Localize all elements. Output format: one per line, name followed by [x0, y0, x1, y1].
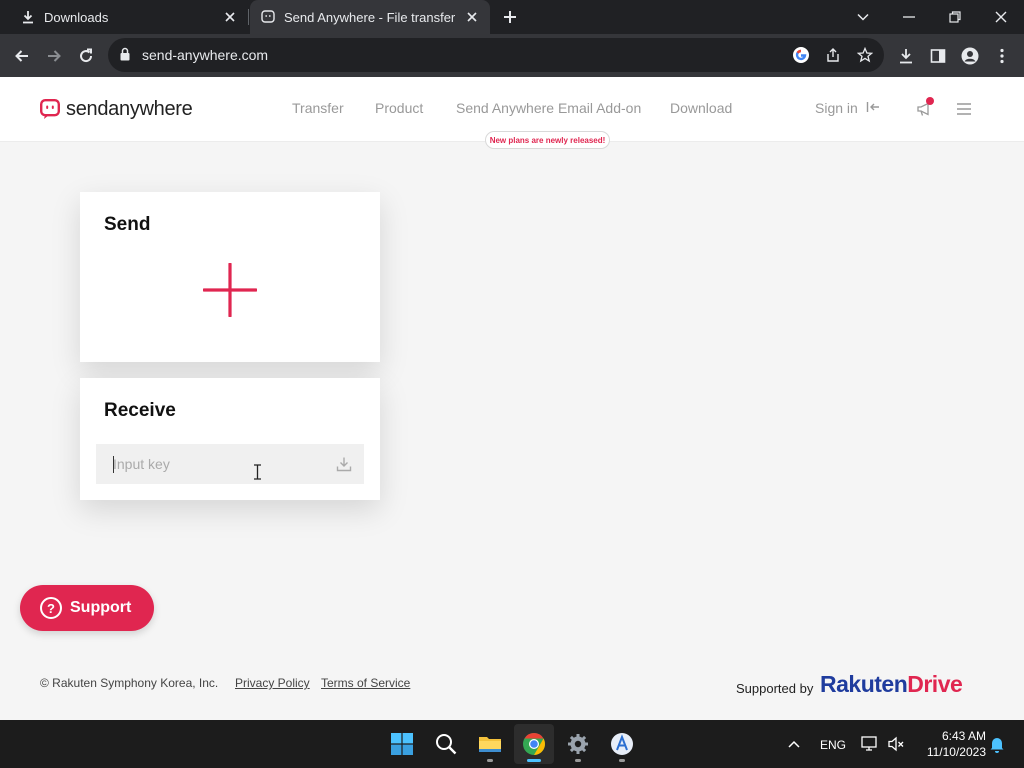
- share-icon[interactable]: [822, 44, 844, 66]
- question-icon: ?: [40, 597, 62, 619]
- network-icon[interactable]: [858, 732, 882, 756]
- url-text: send-anywhere.com: [142, 47, 269, 63]
- sendanywhere-logo[interactable]: sendanywhere: [40, 98, 193, 121]
- support-label: Support: [70, 599, 132, 616]
- terms-of-service-link[interactable]: Terms of Service: [321, 676, 410, 690]
- windows-taskbar: ENG: [0, 720, 1024, 768]
- nav-product[interactable]: Product: [375, 100, 423, 116]
- receive-download-icon[interactable]: [334, 454, 354, 474]
- sendanywhere-favicon: [260, 9, 276, 25]
- logo-text-anywhere: anywhere: [108, 98, 193, 120]
- browser-toolbar: send-anywhere.com: [0, 34, 1024, 77]
- restore-icon[interactable]: [941, 3, 969, 31]
- rakuten-drive-logo[interactable]: RakutenDrive: [820, 671, 963, 698]
- close-tab-icon[interactable]: [222, 9, 238, 25]
- reload-button[interactable]: [72, 42, 100, 70]
- nav-transfer[interactable]: Transfer: [292, 100, 344, 116]
- app-installer-icon[interactable]: [602, 724, 642, 764]
- tab-downloads[interactable]: Downloads: [8, 0, 248, 34]
- tab-search-icon[interactable]: [849, 3, 877, 31]
- browser-tab-strip: Downloads Send Anywhere - File transfer: [0, 0, 1024, 34]
- forward-button[interactable]: [40, 42, 68, 70]
- supported-by-text: Supported by: [736, 681, 814, 696]
- logo-text-send: send: [66, 98, 109, 120]
- add-files-button[interactable]: [200, 260, 260, 320]
- google-lens-icon[interactable]: [790, 44, 812, 66]
- tab-title: Downloads: [44, 9, 109, 25]
- clock-date: 11/10/2023: [926, 745, 986, 759]
- downloads-icon[interactable]: [892, 42, 920, 70]
- lock-icon[interactable]: [120, 47, 130, 66]
- receive-card: Receive: [80, 378, 380, 500]
- bookmark-star-icon[interactable]: [854, 44, 876, 66]
- plus-icon: [203, 263, 257, 317]
- start-button[interactable]: [382, 724, 422, 764]
- settings-gear-icon[interactable]: [558, 724, 598, 764]
- send-card: Send: [80, 192, 380, 362]
- sign-in-button[interactable]: Sign in: [815, 100, 880, 116]
- key-input[interactable]: [96, 444, 326, 484]
- tab-separator: [248, 9, 249, 25]
- new-tab-button[interactable]: [498, 5, 522, 29]
- support-button[interactable]: ? Support: [20, 585, 154, 631]
- announcement-megaphone-icon[interactable]: [912, 97, 936, 121]
- privacy-policy-link[interactable]: Privacy Policy: [235, 676, 310, 690]
- address-bar[interactable]: send-anywhere.com: [108, 38, 884, 72]
- sendanywhere-logo-icon: [40, 99, 60, 119]
- nav-download[interactable]: Download: [670, 100, 732, 116]
- taskbar-clock[interactable]: 6:43 AM 11/10/2023: [916, 728, 986, 760]
- promo-badge[interactable]: New plans are newly released!: [485, 131, 610, 149]
- windows-logo-icon: [391, 733, 413, 755]
- text-cursor-icon: [253, 464, 262, 485]
- profile-icon[interactable]: [956, 42, 984, 70]
- notifications-bell-icon[interactable]: [985, 732, 1009, 756]
- back-button[interactable]: [8, 42, 36, 70]
- side-panel-icon[interactable]: [924, 42, 952, 70]
- receive-title: Receive: [104, 400, 176, 421]
- site-header: sendanywhere Transfer Product Send Anywh…: [0, 77, 1024, 149]
- footer-copyright: © Rakuten Symphony Korea, Inc.: [40, 676, 219, 690]
- tab-send-anywhere[interactable]: Send Anywhere - File transfer: [250, 0, 490, 34]
- show-hidden-icons-chevron-icon[interactable]: [782, 732, 806, 756]
- chrome-taskbar-icon[interactable]: [514, 724, 554, 764]
- minimize-icon[interactable]: [895, 3, 923, 31]
- clock-time: 6:43 AM: [941, 729, 986, 743]
- volume-muted-icon[interactable]: [884, 732, 908, 756]
- download-icon: [20, 9, 36, 25]
- taskbar-search-icon[interactable]: [426, 724, 466, 764]
- more-menu-icon[interactable]: [988, 42, 1016, 70]
- nav-email-addon[interactable]: Send Anywhere Email Add-on: [456, 100, 641, 116]
- notification-dot: [926, 97, 934, 105]
- file-explorer-icon[interactable]: [470, 724, 510, 764]
- key-input-container: [96, 444, 364, 484]
- close-window-icon[interactable]: [987, 3, 1015, 31]
- sign-in-label: Sign in: [815, 100, 858, 116]
- tab-title: Send Anywhere - File transfer: [284, 9, 456, 25]
- sign-in-icon: [866, 100, 880, 116]
- language-indicator[interactable]: ENG: [820, 738, 846, 752]
- send-title: Send: [104, 214, 151, 235]
- close-tab-icon[interactable]: [464, 9, 480, 25]
- hamburger-menu-icon[interactable]: [952, 97, 976, 121]
- text-caret: [113, 456, 114, 473]
